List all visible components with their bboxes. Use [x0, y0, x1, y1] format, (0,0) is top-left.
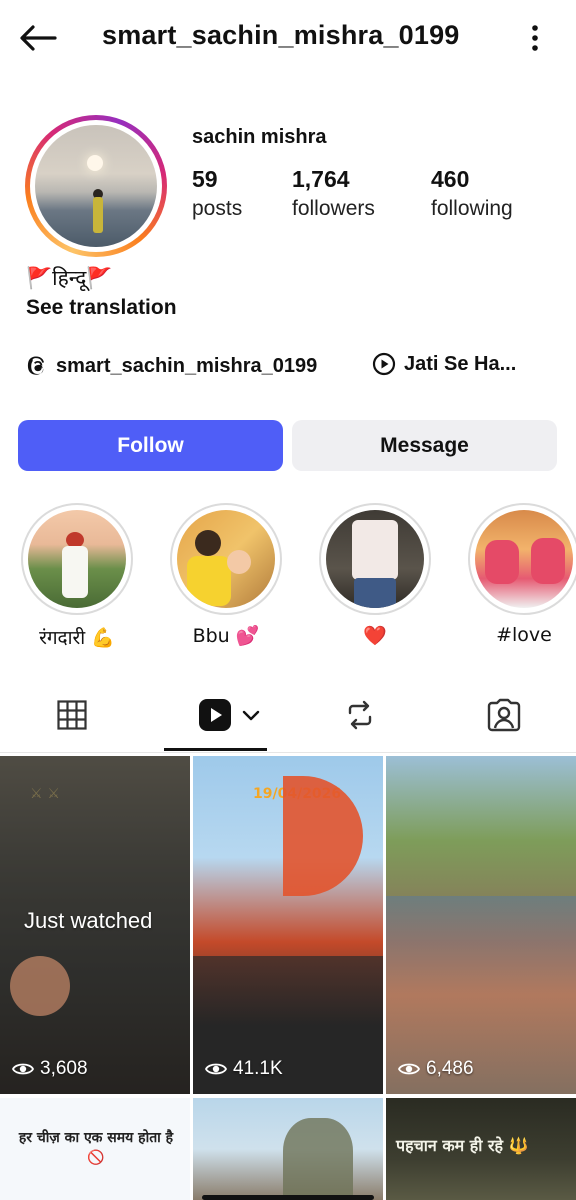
view-count-value: 6,486: [426, 1058, 474, 1079]
eye-icon: [205, 1063, 227, 1075]
avatar-image: [35, 125, 157, 247]
reel-tile[interactable]: हर चीज़ का एक समय होता है 🚫: [0, 1098, 190, 1200]
eye-icon: [12, 1063, 34, 1075]
message-button[interactable]: Message: [292, 420, 557, 471]
play-circle-icon: [372, 352, 396, 376]
see-translation-link[interactable]: See translation: [26, 296, 177, 320]
highlight-cover: [326, 510, 424, 608]
reel-tile[interactable]: 19/04/2026 41.1K: [193, 756, 383, 1094]
follow-button[interactable]: Follow: [18, 420, 283, 471]
bio-text: 🚩हिन्दू🚩: [26, 266, 113, 290]
highlight-label: Bbu 💕: [192, 625, 260, 647]
arrow-left-icon: [20, 25, 57, 51]
following-label: following: [431, 197, 513, 220]
chevron-down-icon: [242, 710, 260, 721]
just-watched-label: Just watched: [24, 908, 153, 933]
more-vertical-icon: [532, 25, 538, 51]
music-link[interactable]: Jati Se Ha...: [372, 352, 516, 376]
posts-label: posts: [192, 197, 243, 220]
threads-handle: smart_sachin_mishra_0199: [56, 354, 318, 377]
view-count: 41.1K: [205, 1058, 283, 1080]
grid-icon: [57, 700, 87, 730]
following-stat[interactable]: 460 following: [431, 166, 513, 221]
page-title: smart_sachin_mishra_0199: [102, 20, 460, 50]
reel-tile[interactable]: [193, 1098, 383, 1200]
highlight-label: रंगदारी 💪: [39, 627, 115, 649]
display-name: sachin mishra: [192, 126, 327, 148]
view-count: 3,608: [12, 1058, 88, 1080]
highlight-cover: [28, 510, 126, 608]
repost-icon: [348, 700, 372, 730]
followers-label: followers: [292, 197, 375, 220]
tagged-person-icon: [487, 698, 521, 732]
tab-tagged[interactable]: [478, 690, 530, 740]
threads-link[interactable]: smart_sachin_mishra_0199: [26, 352, 317, 380]
followers-stat[interactable]: 1,764 followers: [292, 166, 375, 221]
reel-tile[interactable]: ⚔ ⚔ Just watched 3,608: [0, 756, 190, 1094]
reel-tile[interactable]: पहचान कम ही रहे 🔱: [386, 1098, 576, 1200]
view-count-value: 3,608: [40, 1058, 88, 1079]
eye-icon: [398, 1063, 420, 1075]
posts-stat[interactable]: 59 posts: [192, 166, 242, 221]
highlight-label: #love: [496, 624, 552, 646]
tab-divider: [0, 752, 576, 753]
following-count: 460: [431, 166, 470, 192]
highlight-item[interactable]: Bbu 💕: [166, 502, 286, 647]
highlight-item[interactable]: #love: [464, 502, 576, 646]
profile-header: smart_sachin_mishra_0199: [0, 0, 576, 76]
highlight-cover: [177, 510, 275, 608]
view-count: 6,486: [398, 1058, 474, 1080]
highlight-item[interactable]: रंगदारी 💪: [17, 502, 137, 650]
tab-grid[interactable]: [46, 690, 98, 740]
view-count-value: 41.1K: [233, 1058, 283, 1079]
home-indicator: [202, 1195, 374, 1200]
reel-tile[interactable]: 6,486: [386, 756, 576, 1094]
tile-caption: पहचान कम ही रहे 🔱: [396, 1136, 529, 1155]
active-tab-indicator: [164, 748, 267, 751]
reels-icon: [199, 699, 231, 731]
highlight-item[interactable]: ❤️: [315, 502, 435, 647]
avatar[interactable]: [25, 115, 167, 257]
tab-reposts[interactable]: [334, 690, 386, 740]
highlight-cover: [475, 510, 573, 608]
followers-count: 1,764: [292, 166, 350, 192]
tile-caption: हर चीज़ का एक समय होता है 🚫: [18, 1130, 174, 1166]
back-button[interactable]: [16, 18, 60, 58]
threads-icon: [27, 356, 45, 375]
more-options-button[interactable]: [528, 22, 542, 54]
highlight-label: ❤️: [363, 625, 387, 647]
tab-reels[interactable]: [190, 690, 270, 740]
posts-count: 59: [192, 166, 218, 192]
music-link-label: Jati Se Ha...: [404, 352, 517, 375]
